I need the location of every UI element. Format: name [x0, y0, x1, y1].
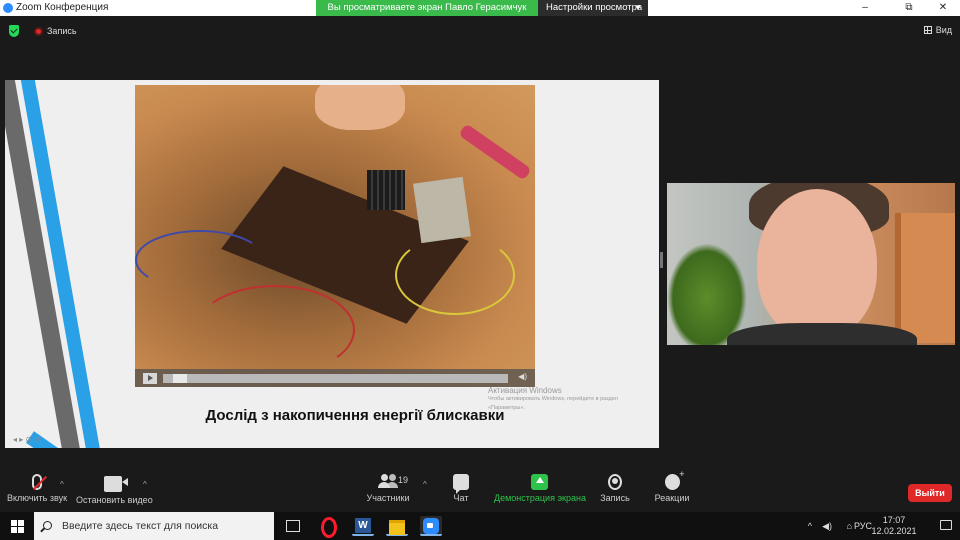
- title-bar: Zoom Конференция Вы просматриваете экран…: [0, 0, 960, 16]
- participants-options-caret[interactable]: ^: [423, 480, 427, 489]
- unmute-label: Включить звук: [6, 493, 68, 503]
- video-wire: [135, 230, 265, 290]
- unmute-button[interactable]: Включить звук: [6, 474, 68, 503]
- zoom-window: Zoom Конференция Вы просматриваете экран…: [0, 0, 960, 540]
- shared-screen: ◀) Активация Windows Чтобы активировать …: [5, 80, 659, 448]
- taskbar-search-input[interactable]: Введите здесь текст для поиска: [34, 512, 274, 540]
- video-progress-bar[interactable]: [163, 374, 508, 383]
- reactions-button[interactable]: Реакции: [654, 469, 690, 503]
- video-wire: [395, 235, 515, 315]
- video-hand: [315, 85, 405, 130]
- splitter-handle[interactable]: [660, 252, 663, 268]
- participants-button[interactable]: 19 Участники: [366, 474, 410, 503]
- participants-count: 19: [398, 475, 409, 485]
- participants-icon: [378, 474, 398, 490]
- share-screen-icon: [530, 474, 548, 490]
- recording-indicator[interactable]: Запись: [30, 24, 81, 38]
- screen-share-banner: Вы просматриваете экран Павло Герасимчук: [316, 0, 538, 16]
- task-view-icon[interactable]: [282, 516, 304, 536]
- volume-icon[interactable]: ◀): [822, 521, 832, 532]
- record-dot-icon: [34, 26, 43, 36]
- word-app-icon[interactable]: [352, 516, 374, 536]
- background-window: [895, 213, 955, 343]
- microphone-muted-icon: [32, 474, 42, 490]
- stop-video-button[interactable]: Остановить видео: [76, 474, 153, 505]
- chat-label: Чат: [453, 493, 469, 503]
- clock[interactable]: 17:07 12.02.2021: [866, 515, 922, 537]
- grid-view-icon: [923, 26, 932, 34]
- audio-options-caret[interactable]: ^: [60, 480, 64, 489]
- video-wire: [195, 285, 355, 375]
- progress-thumb[interactable]: [173, 374, 187, 383]
- view-label: Вид: [935, 25, 952, 35]
- background-plant: [667, 243, 747, 345]
- maximize-button[interactable]: ⧉: [894, 0, 924, 16]
- zoom-app-icon: [3, 3, 13, 13]
- share-screen-label: Демонстрация экрана: [494, 493, 586, 503]
- start-button[interactable]: [0, 512, 34, 540]
- participant-video[interactable]: [667, 183, 955, 345]
- window-title: Zoom Конференция: [16, 2, 109, 13]
- slide-caption: Дослід з накопичення енергії блискавки: [205, 407, 505, 424]
- clock-time: 17:07: [882, 515, 906, 525]
- windows-taskbar: Введите здесь текст для поиска ^ ◀) ⌂ РУ…: [0, 512, 960, 540]
- record-button[interactable]: Запись: [598, 474, 632, 503]
- view-options-label: Настройки просмотра: [546, 2, 643, 13]
- search-icon: [43, 521, 52, 530]
- chat-button[interactable]: Чат: [448, 474, 474, 503]
- reactions-label: Реакции: [654, 493, 690, 503]
- minimize-button[interactable]: –: [850, 0, 880, 16]
- chat-icon: [453, 474, 469, 494]
- record-label: Запись: [600, 493, 630, 503]
- opera-browser-icon[interactable]: [318, 516, 340, 538]
- video-controls: ◀): [135, 369, 535, 387]
- search-placeholder: Введите здесь текст для поиска: [62, 520, 219, 532]
- stop-video-label: Остановить видео: [76, 495, 153, 505]
- meeting-toolbar: Включить звук ^ Остановить видео ^ 19 Уч…: [0, 468, 960, 512]
- zoom-taskbar-icon[interactable]: [420, 516, 442, 536]
- video-transformer: [413, 176, 471, 244]
- video-heatsink: [367, 170, 405, 210]
- video-pliers: [458, 123, 532, 181]
- reaction-emoji-icon: [664, 469, 685, 490]
- slide-nav-icons: ◂ ▸ ⊙ ⊝: [13, 435, 42, 444]
- participants-label: Участники: [366, 493, 410, 503]
- play-button[interactable]: [143, 373, 157, 384]
- embedded-video[interactable]: ◀): [135, 85, 535, 387]
- close-button[interactable]: ✕: [928, 0, 958, 16]
- recording-label: Запись: [47, 26, 77, 36]
- view-button[interactable]: Вид: [923, 25, 952, 35]
- view-options-dropdown[interactable]: Настройки просмотра ▼: [538, 0, 648, 16]
- meeting-top-bar: Запись Вид: [0, 16, 960, 46]
- file-explorer-icon[interactable]: [386, 516, 408, 536]
- clock-date: 12.02.2021: [871, 526, 917, 536]
- video-options-caret[interactable]: ^: [143, 480, 147, 489]
- volume-icon[interactable]: ◀): [518, 372, 527, 381]
- security-shield-icon[interactable]: [9, 25, 19, 37]
- windows-logo-icon: [11, 520, 17, 526]
- participant-body: [727, 323, 917, 345]
- tray-overflow-chevron[interactable]: ^: [808, 521, 812, 531]
- record-icon: [608, 474, 622, 490]
- share-screen-button[interactable]: Демонстрация экрана: [494, 474, 586, 503]
- watermark-title: Активация Windows: [488, 386, 562, 395]
- leave-meeting-button[interactable]: Выйти: [908, 484, 952, 502]
- video-camera-icon: [104, 476, 128, 492]
- network-icon[interactable]: ⌂: [847, 521, 852, 531]
- chevron-down-icon: ▼: [634, 3, 642, 12]
- notifications-icon[interactable]: [940, 520, 952, 530]
- participant-face: [757, 189, 877, 339]
